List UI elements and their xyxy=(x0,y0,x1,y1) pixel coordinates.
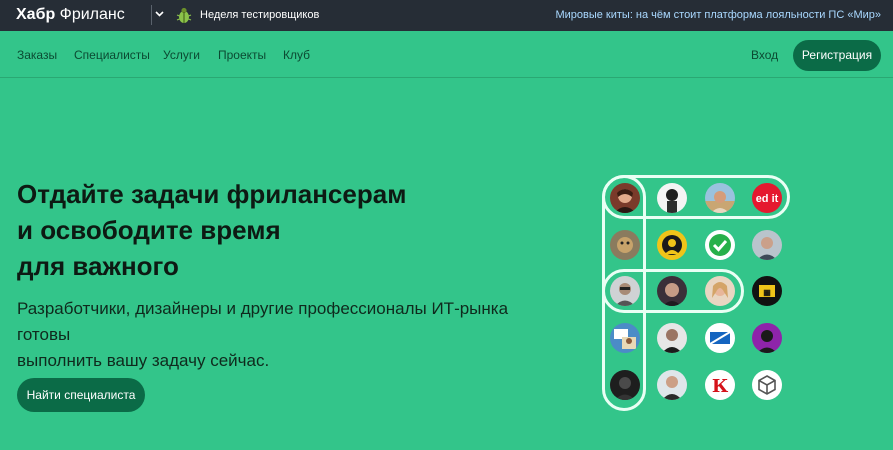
freelancer-avatar[interactable] xyxy=(705,276,735,306)
freelancer-avatar[interactable] xyxy=(657,276,687,306)
svg-text:▦: ▦ xyxy=(763,288,771,297)
nav-item-club[interactable]: Клуб xyxy=(283,48,310,62)
freelancer-avatar[interactable] xyxy=(657,230,687,260)
hero-subtitle-line: выполнить вашу задачу сейчас. xyxy=(17,351,270,370)
find-specialist-button[interactable]: Найти специалиста xyxy=(17,378,145,412)
freelancer-avatar[interactable] xyxy=(657,370,687,400)
freelancer-avatar[interactable] xyxy=(610,183,640,213)
freelancer-avatar[interactable] xyxy=(705,183,735,213)
freelancer-avatar[interactable] xyxy=(610,370,640,400)
brand-rest: Фриланс xyxy=(55,6,125,23)
brand-bold: Хабр xyxy=(16,6,56,23)
hero-title-line: Отдайте задачи фрилансерам xyxy=(17,179,407,209)
check-icon[interactable] xyxy=(705,230,735,260)
nav-item-services[interactable]: Услуги xyxy=(163,48,200,62)
hero-title-line: и освободите время xyxy=(17,215,281,245)
top-bar: Хабр Фриланс Неделя тестировщиков Мировы… xyxy=(0,0,893,31)
avatar-badge-text: ed it xyxy=(756,193,779,205)
freelancer-avatar[interactable] xyxy=(752,323,782,353)
freelancer-avatar[interactable] xyxy=(610,230,640,260)
freelancer-avatar-grid: ed it ▦ К xyxy=(602,175,792,411)
freelancer-avatar[interactable] xyxy=(705,323,735,353)
nav-item-projects[interactable]: Проекты xyxy=(218,48,266,62)
freelancer-avatar[interactable] xyxy=(657,323,687,353)
promo-link[interactable]: Неделя тестировщиков xyxy=(200,8,319,22)
hero-title: Отдайте задачи фрилансерам и освободите … xyxy=(17,176,517,284)
nav-item-specialists[interactable]: Специалисты xyxy=(74,48,150,62)
main-nav: Заказы Специалисты Услуги Проекты Клуб В… xyxy=(0,31,893,78)
freelancer-avatar[interactable]: К xyxy=(705,370,735,400)
hero-subtitle-line: Разработчики, дизайнеры и другие професс… xyxy=(17,299,509,344)
brand-menu-button[interactable] xyxy=(151,5,165,25)
freelancer-avatar[interactable]: ▦ xyxy=(752,276,782,306)
cube-icon[interactable] xyxy=(752,370,782,400)
login-link[interactable]: Вход xyxy=(751,48,778,62)
freelancer-avatar[interactable]: ed it xyxy=(752,183,782,213)
freelancer-avatar[interactable] xyxy=(610,276,640,306)
brand-logo[interactable]: Хабр Фриланс xyxy=(16,5,125,25)
chevron-down-icon xyxy=(155,11,164,17)
bug-icon xyxy=(176,7,192,23)
news-link[interactable]: Мировые киты: на чём стоит платформа лоя… xyxy=(555,8,881,22)
register-button[interactable]: Регистрация xyxy=(793,40,881,71)
freelancer-avatar[interactable] xyxy=(752,230,782,260)
avatar-letter: К xyxy=(712,376,729,397)
freelancer-avatar[interactable] xyxy=(610,323,640,353)
hero-subtitle: Разработчики, дизайнеры и другие професс… xyxy=(17,296,557,374)
hero-title-line: для важного xyxy=(17,251,179,281)
nav-item-orders[interactable]: Заказы xyxy=(17,48,57,62)
freelancer-avatar[interactable] xyxy=(657,183,687,213)
